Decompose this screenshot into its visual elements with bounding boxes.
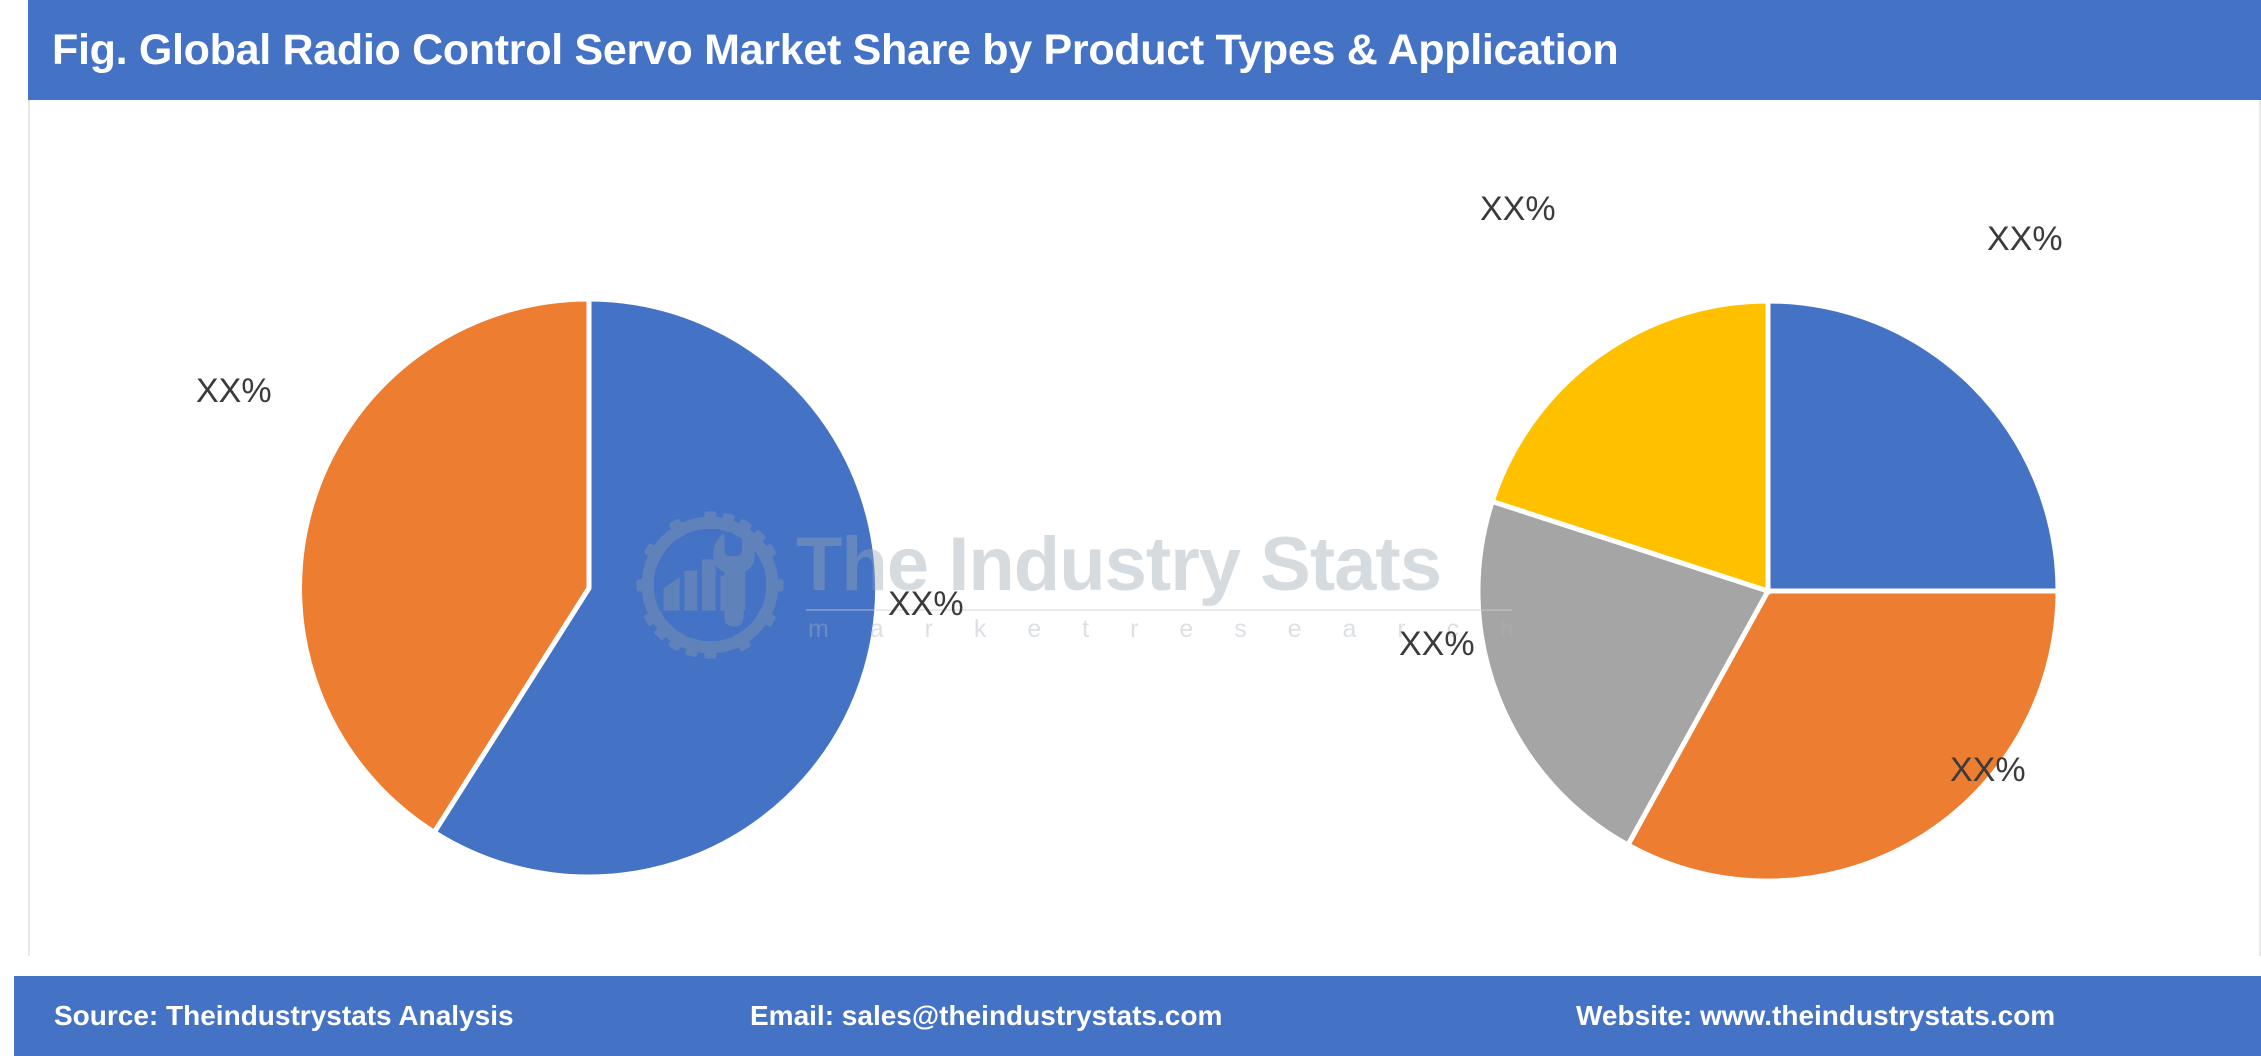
pie-chart-product-types bbox=[297, 296, 881, 880]
chart-figure: Fig. Global Radio Control Servo Market S… bbox=[0, 0, 2261, 1056]
footer-source: Source: Theindustrystats Analysis bbox=[54, 1000, 514, 1031]
footer-email[interactable]: Email: sales@theindustrystats.com bbox=[750, 976, 1222, 1056]
plot-area: The Industry Stats m a r k e t r e s e a… bbox=[28, 100, 2261, 956]
page-title: Fig. Global Radio Control Servo Market S… bbox=[52, 25, 1619, 74]
data-label-cored-motors: XX% bbox=[888, 585, 964, 623]
footer-website[interactable]: Website: www.theindustrystats.com bbox=[1576, 976, 2055, 1056]
data-label-rc-cars: XX% bbox=[1987, 220, 2063, 258]
data-label-coreless-motors: XX% bbox=[196, 372, 272, 410]
data-label-rc-aircrafts: XX% bbox=[1950, 751, 2026, 789]
data-label-others: XX% bbox=[1480, 190, 1556, 228]
chart-title-bar: Fig. Global Radio Control Servo Market S… bbox=[28, 0, 2261, 100]
data-label-rc-boats: XX% bbox=[1399, 625, 1475, 663]
pie-slice-rc-cars[interactable] bbox=[1765, 298, 2061, 594]
pie-chart-application bbox=[1475, 298, 2061, 884]
chart-footer-bar: Source: Theindustrystats Analysis Email:… bbox=[14, 976, 2261, 1056]
